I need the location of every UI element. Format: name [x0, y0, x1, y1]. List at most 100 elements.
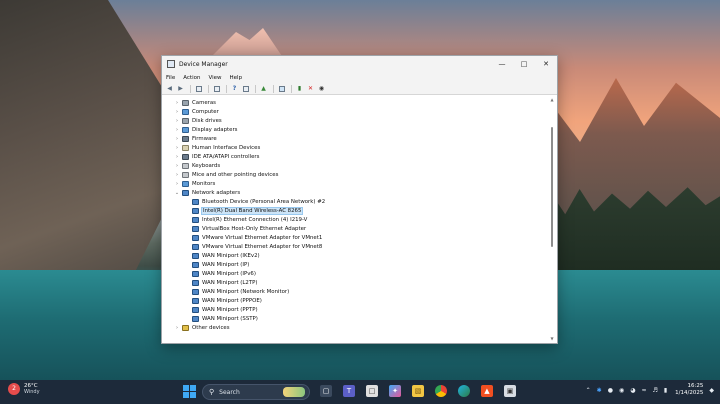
tree-item-computer[interactable]: › Computer	[174, 107, 219, 116]
chevron-right-icon[interactable]: ›	[174, 154, 180, 160]
computer-icon	[182, 108, 189, 115]
monitor-icon	[182, 180, 189, 187]
chevron-right-icon[interactable]: ›	[174, 100, 180, 106]
teams-icon[interactable]: T	[343, 385, 355, 397]
tray-app-icon[interactable]: ◉	[619, 387, 624, 394]
tree-child-item[interactable]: WAN Miniport (IP)	[190, 260, 249, 269]
tree-item-mice[interactable]: › Mice and other pointing devices	[174, 170, 278, 179]
tree-item-ide[interactable]: › IDE ATA/ATAPI controllers	[174, 152, 259, 161]
chevron-right-icon[interactable]: ›	[174, 172, 180, 178]
forward-arrow-icon[interactable]: ▶	[176, 84, 185, 93]
tree-child-item[interactable]: Intel(R) Ethernet Connection (4) I219-V	[190, 215, 307, 224]
tree-child-item-selected[interactable]: Intel(R) Dual Band Wireless-AC 8265	[190, 206, 304, 215]
chevron-down-icon[interactable]: ⌄	[174, 190, 180, 196]
weather-widget[interactable]: 2 26°C Windy	[8, 383, 40, 395]
notification-icon[interactable]: ◆	[709, 387, 714, 394]
tree-child-item[interactable]: VMware Virtual Ethernet Adapter for VMne…	[190, 233, 322, 242]
network-adapter-icon	[192, 279, 199, 286]
help-icon[interactable]: ?	[230, 84, 239, 93]
tree-item-label: Intel(R) Ethernet Connection (4) I219-V	[202, 216, 308, 223]
tree-item-label: Cameras	[192, 99, 216, 106]
tree-item-other-devices[interactable]: › Other devices	[174, 324, 230, 331]
bluetooth-icon[interactable]: ✱	[597, 387, 602, 394]
tree-item-network-adapters[interactable]: ⌄ Network adapters	[174, 188, 240, 197]
vertical-scrollbar[interactable]: ▲ ▼	[549, 97, 555, 342]
tree-item-display-adapters[interactable]: › Display adapters	[174, 125, 238, 134]
chevron-right-icon[interactable]: ›	[174, 163, 180, 169]
chevron-right-icon[interactable]: ›	[174, 109, 180, 115]
chrome-icon[interactable]	[435, 385, 447, 397]
tree-item-label: Display adapters	[192, 126, 238, 133]
tree-item-hid[interactable]: › Human Interface Devices	[174, 143, 260, 152]
menu-view[interactable]: View	[208, 75, 221, 81]
brave-icon[interactable]: ▲	[481, 385, 493, 397]
chevron-right-icon[interactable]: ›	[174, 136, 180, 142]
tray-app-icon[interactable]: ●	[608, 387, 613, 394]
chevron-right-icon[interactable]: ›	[174, 145, 180, 151]
tree-child-item[interactable]: WAN Miniport (PPPOE)	[190, 296, 262, 305]
show-hide-tree-icon[interactable]	[194, 84, 203, 93]
tree-child-item[interactable]: VMware Virtual Ethernet Adapter for VMne…	[190, 242, 322, 251]
properties-icon[interactable]	[212, 84, 221, 93]
tree-child-item[interactable]: WAN Miniport (IKEv2)	[190, 251, 260, 260]
tree-item-label: Intel(R) Dual Band Wireless-AC 8265	[200, 206, 304, 215]
tree-item-keyboards[interactable]: › Keyboards	[174, 161, 220, 170]
update-driver-icon[interactable]: ▲	[259, 84, 268, 93]
tree-item-firmware[interactable]: › Firmware	[174, 134, 217, 143]
tray-app-icon[interactable]: ◕	[630, 387, 635, 394]
tree-item-disk-drives[interactable]: › Disk drives	[174, 116, 222, 125]
tree-child-item[interactable]: VirtualBox Host-Only Ethernet Adapter	[190, 224, 306, 233]
chevron-right-icon[interactable]: ›	[174, 325, 180, 331]
chevron-up-icon[interactable]: ⌃	[586, 387, 591, 394]
store-icon[interactable]: □	[366, 385, 378, 397]
maximize-button[interactable]: □	[513, 56, 535, 72]
display-icon	[182, 126, 189, 133]
task-view-icon[interactable]: ▢	[320, 385, 332, 397]
clock[interactable]: 16:25 1/14/2025	[675, 383, 703, 397]
chevron-right-icon[interactable]: ›	[174, 118, 180, 124]
scan-hardware-icon[interactable]	[277, 84, 286, 93]
toolbar-separator	[273, 84, 274, 93]
menu-help[interactable]: Help	[230, 75, 243, 81]
uninstall-device-icon[interactable]: ✕	[306, 84, 315, 93]
taskbar-search-box[interactable]: ⚲ Search	[202, 384, 310, 400]
edge-icon[interactable]	[458, 385, 470, 397]
device-tree: › Cameras › Computer › Disk drives › Dis…	[164, 97, 547, 342]
scrollbar-thumb[interactable]	[551, 127, 553, 247]
volume-icon[interactable]: ♬	[652, 387, 657, 394]
tree-child-item[interactable]: WAN Miniport (PPTP)	[190, 305, 258, 314]
enable-device-icon[interactable]: ▮	[295, 84, 304, 93]
tree-item-label: Firmware	[192, 135, 217, 142]
chevron-right-icon[interactable]: ›	[174, 181, 180, 187]
disable-device-icon[interactable]: ◉	[317, 84, 326, 93]
back-arrow-icon[interactable]: ◀	[165, 84, 174, 93]
tree-item-monitors[interactable]: › Monitors	[174, 179, 215, 188]
network-icon	[182, 189, 189, 196]
tree-child-item[interactable]: WAN Miniport (SSTP)	[190, 314, 258, 323]
file-explorer-icon[interactable]: ▧	[412, 385, 424, 397]
tree-child-item[interactable]: WAN Miniport (IPv6)	[190, 269, 256, 278]
toolbar: ◀ ▶ ? ▲ ▮ ✕ ◉	[162, 83, 557, 95]
title-bar[interactable]: Device Manager — □ ✕	[162, 56, 557, 72]
scroll-down-arrow-icon[interactable]: ▼	[549, 336, 555, 342]
tree-child-item[interactable]: WAN Miniport (Network Monitor)	[190, 287, 289, 296]
tree-item-cameras[interactable]: › Cameras	[174, 98, 216, 107]
wifi-icon[interactable]: ≈	[641, 387, 646, 394]
view-icon[interactable]	[241, 84, 250, 93]
tree-child-item[interactable]: Bluetooth Device (Personal Area Network)…	[190, 197, 325, 206]
chevron-right-icon[interactable]: ›	[174, 127, 180, 133]
network-adapter-icon	[192, 288, 199, 295]
keyboard-icon	[182, 162, 189, 169]
start-button[interactable]	[183, 385, 196, 398]
taskbar: 2 26°C Windy ⚲ Search ▢ T □ ✦ ▧ ▲ ▣ ⌃ ✱ …	[0, 380, 720, 404]
menu-action[interactable]: Action	[183, 75, 200, 81]
tree-child-item[interactable]: WAN Miniport (L2TP)	[190, 278, 257, 287]
minimize-button[interactable]: —	[491, 56, 513, 72]
tree-item-label: Other devices	[192, 324, 230, 331]
battery-icon[interactable]: ▮	[664, 387, 667, 394]
copilot-icon[interactable]: ✦	[389, 385, 401, 397]
device-manager-taskbar-icon[interactable]: ▣	[504, 385, 516, 397]
menu-file[interactable]: File	[166, 75, 175, 81]
scroll-up-arrow-icon[interactable]: ▲	[549, 97, 555, 103]
close-button[interactable]: ✕	[535, 56, 557, 72]
